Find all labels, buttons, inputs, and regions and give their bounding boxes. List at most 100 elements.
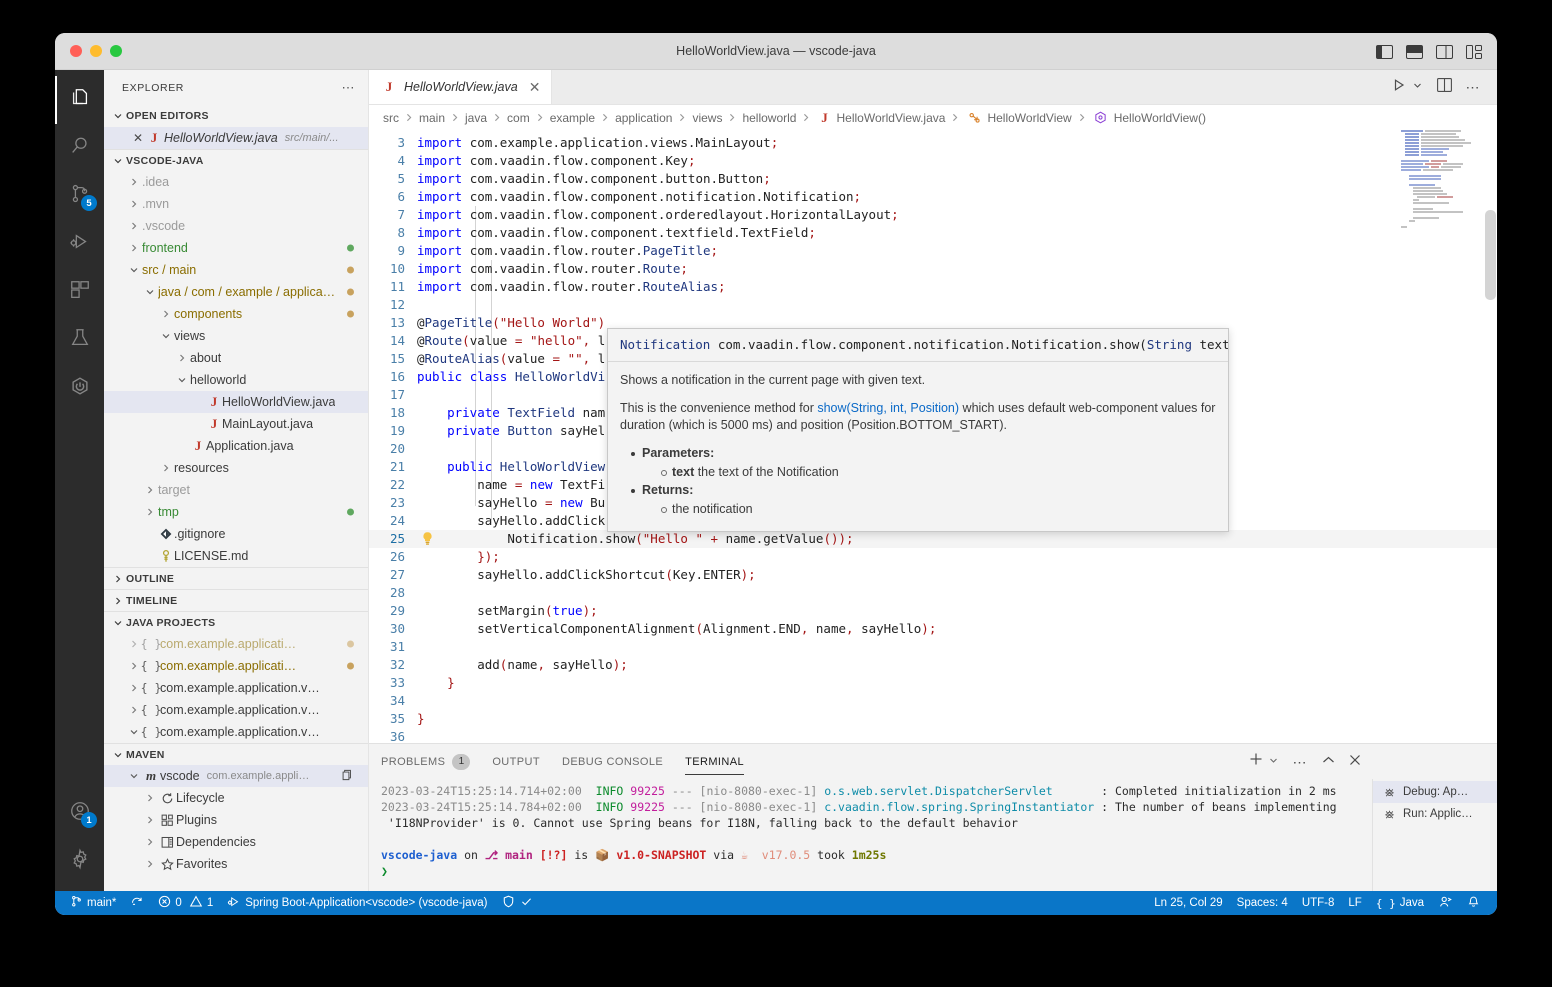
code-line[interactable]: 12 [369, 296, 1497, 314]
chevron-right-icon[interactable] [158, 309, 174, 319]
section-maven[interactable]: MAVEN [104, 743, 368, 765]
status-problems[interactable]: 0 1 [151, 891, 220, 915]
section-timeline[interactable]: TIMELINE [104, 589, 368, 611]
run-icon[interactable] [1392, 78, 1406, 97]
section-open-editors[interactable]: OPEN EDITORS [104, 105, 368, 127]
chevron-right-icon[interactable] [126, 705, 142, 715]
tab-helloworldview-java[interactable]: J HelloWorldView.java ✕ [369, 70, 553, 104]
chevron-right-icon[interactable] [174, 353, 190, 363]
chevron-right-icon[interactable] [142, 793, 158, 803]
window-traffic-lights[interactable] [55, 45, 122, 57]
status-notifications[interactable] [1460, 891, 1487, 915]
chevron-right-icon[interactable] [142, 815, 158, 825]
tree-item[interactable]: .idea [104, 171, 368, 193]
chevron-down-icon[interactable] [126, 727, 142, 737]
section-workspace[interactable]: VSCODE-JAVA [104, 149, 368, 171]
tree-item[interactable]: { } com.example.application.v… [104, 677, 368, 699]
minimap[interactable] [1401, 130, 1483, 228]
tree-item[interactable]: frontend [104, 237, 368, 259]
more-actions-icon[interactable]: ⋯ [1466, 80, 1482, 94]
status-run-config[interactable]: Spring Boot-Application<vscode> (vscode-… [220, 891, 494, 915]
breadcrumb-item[interactable]: views [692, 111, 722, 125]
code-line[interactable]: 5 import com.vaadin.flow.component.button… [369, 170, 1497, 188]
activity-item-search[interactable] [55, 124, 104, 172]
tree-item[interactable]: Dependencies [104, 831, 368, 853]
tree-item[interactable]: views [104, 325, 368, 347]
tree-item[interactable]: { } com.example.applicati… [104, 655, 368, 677]
breadcrumb-item[interactable]: com [507, 111, 530, 125]
copy-icon[interactable] [340, 769, 352, 784]
more-actions-icon[interactable]: ⋯ [1293, 755, 1309, 769]
code-line[interactable]: 30 setVerticalComponentAlignment(Alignme… [369, 620, 1497, 638]
tree-item[interactable]: target [104, 479, 368, 501]
close-window-button[interactable] [70, 45, 82, 57]
close-icon[interactable]: ✕ [525, 80, 541, 94]
chevron-right-icon[interactable] [142, 507, 158, 517]
breadcrumb-item[interactable]: helloworld [742, 111, 796, 125]
chevron-right-icon[interactable] [126, 639, 142, 649]
toggle-panel-icon[interactable] [1406, 44, 1423, 59]
split-editor-icon[interactable] [1436, 77, 1452, 97]
chevron-right-icon[interactable] [126, 177, 142, 187]
code-line[interactable]: 11 import com.vaadin.flow.router.RouteAli… [369, 278, 1497, 296]
maximize-panel-icon[interactable] [1322, 753, 1335, 771]
terminal-output[interactable]: 2023-03-24T15:25:14.714+02:00 INFO 99225… [369, 779, 1372, 891]
editor-scrollbar[interactable] [1483, 130, 1497, 743]
chevron-down-icon[interactable] [158, 331, 174, 341]
breadcrumb-item[interactable]: J HelloWorldView.java [816, 110, 945, 126]
open-editor-item[interactable]: ✕ J HelloWorldView.java src/main/... [104, 127, 368, 149]
tree-item[interactable]: J MainLayout.java [104, 413, 368, 435]
customize-layout-icon[interactable] [1466, 44, 1483, 59]
breadcrumb-item[interactable]: example [550, 111, 595, 125]
scrollbar-thumb[interactable] [1485, 210, 1496, 300]
status-branch[interactable]: main* [63, 891, 123, 915]
code-editor[interactable]: 3 import com.example.application.views.Ma… [369, 130, 1497, 743]
code-line[interactable]: 10 import com.vaadin.flow.router.Route; [369, 260, 1497, 278]
breadcrumb-item[interactable]: java [465, 111, 487, 125]
terminal-list-item[interactable]: Run: Applic… [1373, 803, 1497, 825]
code-line[interactable]: 34 [369, 692, 1497, 710]
tree-item[interactable]: m vscode com.example.appli… [104, 765, 368, 787]
section-outline[interactable]: OUTLINE [104, 567, 368, 589]
tree-item[interactable]: src / main [104, 259, 368, 281]
tree-item[interactable]: .gitignore [104, 523, 368, 545]
chevron-down-icon[interactable] [142, 287, 158, 297]
lightbulb-quickfix-icon[interactable] [421, 531, 435, 547]
toggle-primary-sidebar-icon[interactable] [1376, 44, 1393, 59]
add-terminal-icon[interactable] [1249, 752, 1263, 771]
panel-tab-problems[interactable]: PROBLEMS 1 [381, 744, 471, 779]
tree-item[interactable]: helloworld [104, 369, 368, 391]
status-encoding[interactable]: UTF-8 [1295, 891, 1342, 915]
activity-item-manage[interactable] [55, 837, 104, 885]
activity-item-extensions[interactable] [55, 268, 104, 316]
chevron-down-icon[interactable] [174, 375, 190, 385]
code-line[interactable]: 9 import com.vaadin.flow.router.PageTitle… [369, 242, 1497, 260]
chevron-right-icon[interactable] [126, 221, 142, 231]
panel-tab-debug-console[interactable]: DEBUG CONSOLE [562, 744, 663, 779]
tree-item[interactable]: .vscode [104, 215, 368, 237]
panel-tab-output[interactable]: OUTPUT [492, 744, 540, 779]
code-line[interactable]: 27 sayHello.addClickShortcut(Key.ENTER); [369, 566, 1497, 584]
code-line[interactable]: 35} [369, 710, 1497, 728]
code-line[interactable]: 28 [369, 584, 1497, 602]
tree-item[interactable]: java / com / example / applica… [104, 281, 368, 303]
hover-detail-link[interactable]: show(String, int, Position) [817, 401, 959, 415]
chevron-right-icon[interactable] [126, 243, 142, 253]
panel-tab-terminal[interactable]: TERMINAL [685, 744, 744, 779]
chevron-down-icon[interactable] [1412, 78, 1423, 96]
tree-item[interactable]: J Application.java [104, 435, 368, 457]
code-line[interactable]: 32 add(name, sayHello); [369, 656, 1497, 674]
breadcrumb-item[interactable]: HelloWorldView [965, 111, 1072, 125]
chevron-right-icon[interactable] [142, 837, 158, 847]
tree-item[interactable]: resources [104, 457, 368, 479]
toggle-secondary-sidebar-icon[interactable] [1436, 44, 1453, 59]
activity-item-run-and-debug[interactable] [55, 220, 104, 268]
code-line[interactable]: 29 setMargin(true); [369, 602, 1497, 620]
code-line[interactable]: 6 import com.vaadin.flow.component.notifi… [369, 188, 1497, 206]
close-icon[interactable]: ✕ [130, 131, 146, 145]
code-line[interactable]: 36 [369, 728, 1497, 743]
tree-item[interactable]: about [104, 347, 368, 369]
status-language-mode[interactable]: { } Java [1369, 891, 1431, 915]
code-line[interactable]: 33 } [369, 674, 1497, 692]
status-cursor-position[interactable]: Ln 25, Col 29 [1147, 891, 1229, 915]
